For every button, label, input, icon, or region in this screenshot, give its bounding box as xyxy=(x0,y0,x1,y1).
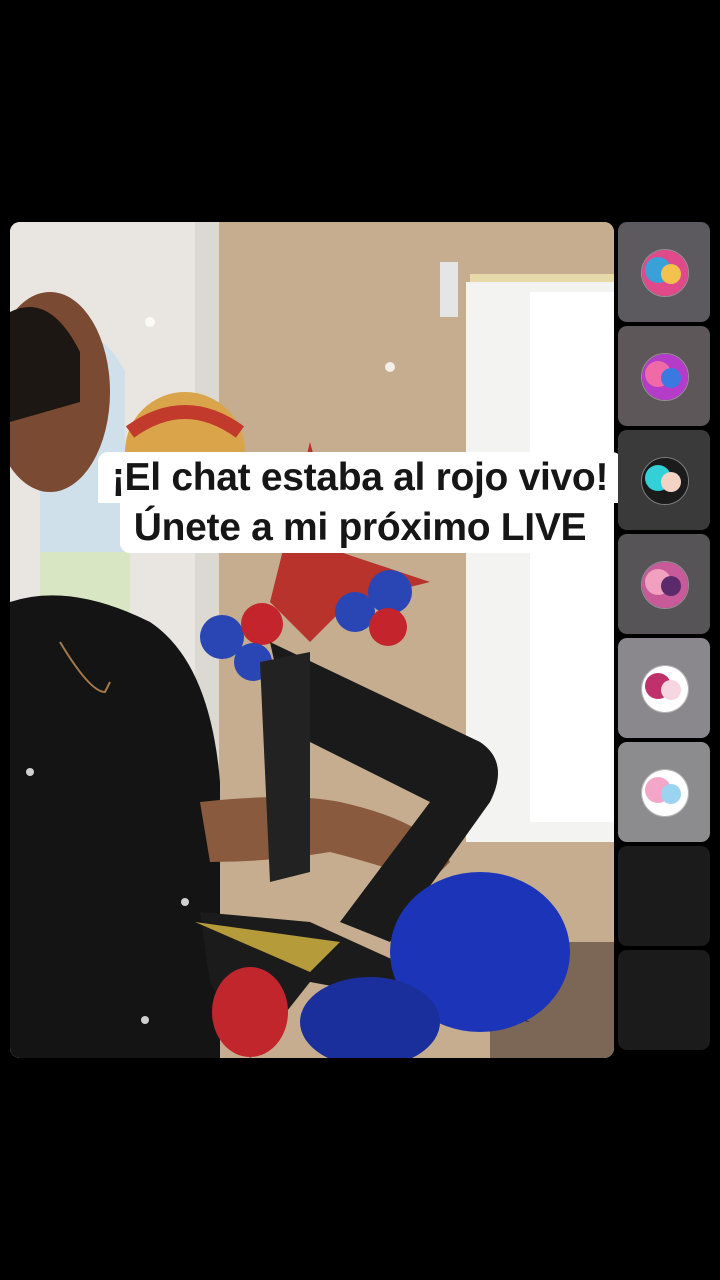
guest-avatar-betyea-icon[interactable] xyxy=(641,665,689,713)
guest-tile[interactable] xyxy=(618,534,710,634)
guest-tile-empty[interactable] xyxy=(618,950,710,1050)
live-replay-screen: ¡El chat estaba al rojo vivo! Únete a mi… xyxy=(0,0,720,1280)
host-video-frame xyxy=(10,222,614,1058)
guest-avatar-6-icon[interactable] xyxy=(641,769,689,817)
guest-tile[interactable] xyxy=(618,430,710,530)
guest-avatar-3-icon[interactable] xyxy=(641,457,689,505)
guest-strip xyxy=(618,222,710,1054)
guest-tile[interactable] xyxy=(618,326,710,426)
guest-avatar-1-icon[interactable] xyxy=(641,249,689,297)
caption-overlay: ¡El chat estaba al rojo vivo! Únete a mi… xyxy=(0,452,720,553)
caption-line-1: ¡El chat estaba al rojo vivo! xyxy=(97,452,623,503)
guest-tile[interactable] xyxy=(618,742,710,842)
guest-tile[interactable] xyxy=(618,222,710,322)
guest-tile[interactable] xyxy=(618,638,710,738)
guest-avatar-2-icon[interactable] xyxy=(641,353,689,401)
guest-tile-empty[interactable] xyxy=(618,846,710,946)
host-video[interactable] xyxy=(10,222,614,1058)
caption-line-2: Únete a mi próximo LIVE xyxy=(119,502,601,553)
guest-avatar-4-icon[interactable] xyxy=(641,561,689,609)
